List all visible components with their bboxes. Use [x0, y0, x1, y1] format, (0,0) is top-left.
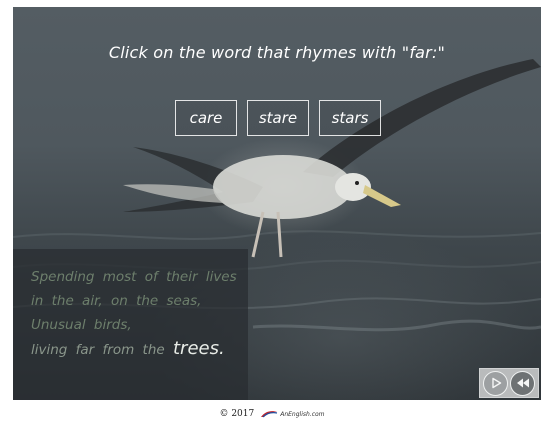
copyright-text: © 2017 [219, 409, 255, 419]
poem-line-2: in the air, on the seas, [31, 293, 202, 309]
page-footer: © 2017 AnEnglish.com [0, 406, 544, 422]
poem-line-3: Unusual birds, [31, 317, 132, 333]
logo-text: AnEnglish.com [280, 410, 325, 418]
poem-line-4: living far from the trees. [31, 337, 248, 362]
poem-highlight-word: trees. [172, 338, 225, 359]
quiz-question: Click on the word that rhymes with "far:… [108, 43, 446, 62]
rewind-button[interactable] [510, 370, 535, 396]
site-logo: AnEnglish.com [260, 410, 325, 418]
play-icon [491, 377, 501, 389]
rewind-icon [516, 378, 529, 388]
play-button[interactable] [483, 370, 508, 396]
logo-swoosh-icon [261, 411, 278, 418]
poem-line-1: Spending most of their lives [31, 269, 237, 285]
poem-line-4-text: living far from the [31, 342, 165, 358]
poem-panel: Spending most of their lives in the air,… [13, 249, 248, 400]
answer-stars-button[interactable]: stars [319, 100, 381, 136]
answer-options: care stare stars [175, 100, 381, 136]
answer-care-button[interactable]: care [175, 100, 237, 136]
playback-controls [479, 368, 539, 398]
lesson-stage: Click on the word that rhymes with "far:… [13, 7, 541, 400]
answer-stare-button[interactable]: stare [247, 100, 309, 136]
